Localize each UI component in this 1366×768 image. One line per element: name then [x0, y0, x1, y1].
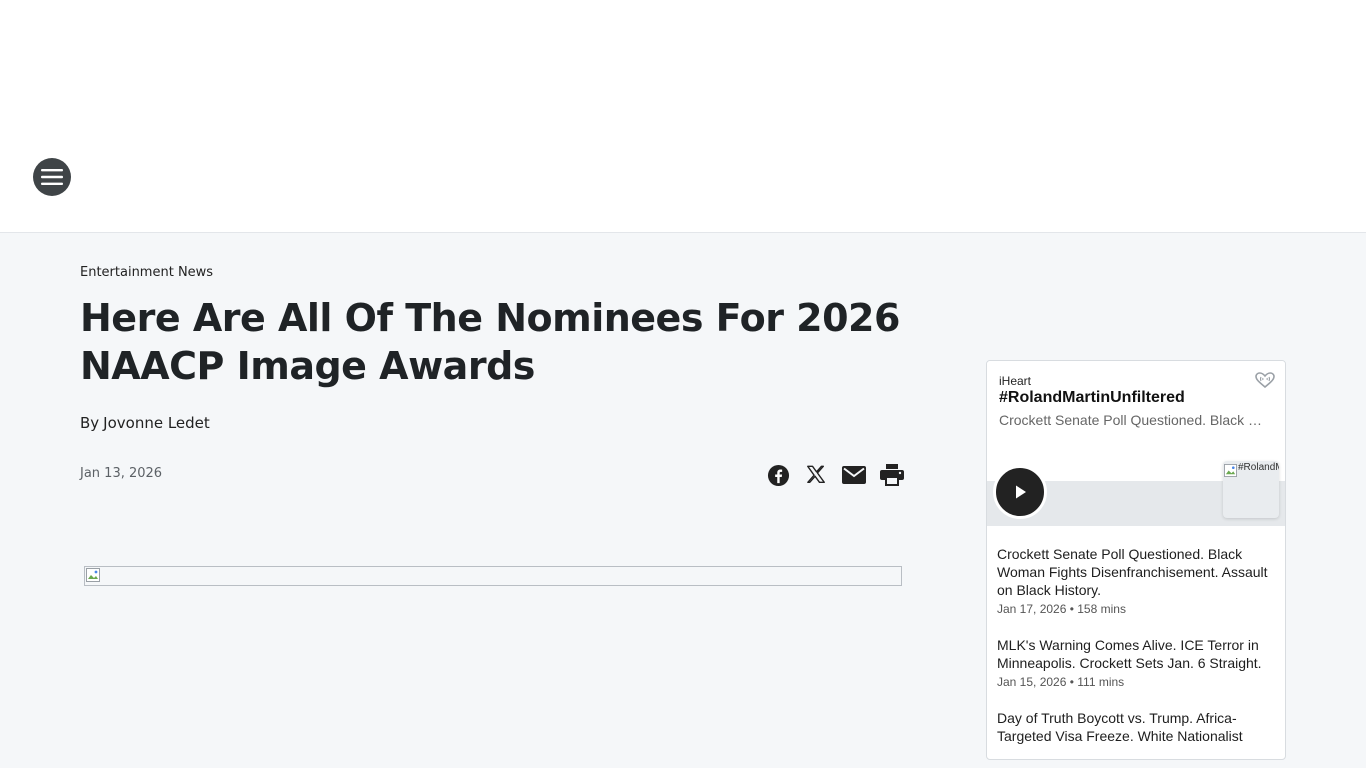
episode-meta: Jan 17, 2026 • 158 mins	[997, 602, 1126, 616]
play-icon	[1016, 485, 1026, 499]
broken-image-icon	[1224, 464, 1237, 477]
podcast-current-episode: Crockett Senate Poll Questioned. Black W…	[999, 412, 1269, 428]
episode-title: Day of Truth Boycott vs. Trump. Africa-T…	[997, 710, 1243, 744]
facebook-icon	[767, 464, 789, 486]
publish-date: Jan 13, 2026	[80, 466, 163, 481]
share-facebook-button[interactable]	[766, 462, 790, 488]
play-button[interactable]	[993, 465, 1047, 519]
podcast-thumbnail[interactable]: #RolandMartinUnfiltered	[1223, 461, 1279, 518]
episode-item[interactable]: MLK's Warning Comes Alive. ICE Terror in…	[987, 636, 1285, 689]
podcast-provider: iHeart	[999, 374, 1032, 388]
iheart-logo-icon[interactable]	[1255, 372, 1275, 388]
episode-meta: Jan 15, 2026 • 111 mins	[997, 675, 1125, 689]
hamburger-menu-button[interactable]	[33, 158, 71, 196]
author-name[interactable]: Jovonne Ledet	[103, 414, 210, 432]
thumbnail-alt-text: #RolandMartinUnfiltered	[1238, 462, 1279, 473]
episode-title: Crockett Senate Poll Questioned. Black W…	[997, 546, 1268, 598]
byline-prefix: By	[80, 414, 100, 432]
x-icon	[807, 465, 825, 484]
episode-list: Crockett Senate Poll Questioned. Black W…	[987, 545, 1285, 759]
episode-item[interactable]: Crockett Senate Poll Questioned. Black W…	[987, 545, 1285, 616]
hamburger-menu-icon	[41, 169, 63, 185]
share-buttons	[766, 462, 904, 488]
share-email-button[interactable]	[842, 462, 866, 488]
site-header	[0, 0, 1366, 233]
article-hero-image	[84, 566, 902, 586]
podcast-show-title[interactable]: #RolandMartinUnfiltered	[999, 389, 1185, 407]
article-title: Here Are All Of The Nominees For 2026 NA…	[80, 296, 900, 388]
print-button[interactable]	[880, 462, 904, 488]
email-icon	[842, 466, 866, 484]
byline: By Jovonne Ledet	[80, 414, 210, 432]
share-x-button[interactable]	[804, 462, 828, 488]
article-category[interactable]: Entertainment News	[80, 265, 213, 280]
episode-item[interactable]: Day of Truth Boycott vs. Trump. Africa-T…	[987, 709, 1285, 745]
print-icon	[880, 464, 904, 486]
broken-image-icon	[86, 568, 100, 582]
podcast-widget: iHeart #RolandMartinUnfiltered Crockett …	[986, 360, 1286, 760]
episode-title: MLK's Warning Comes Alive. ICE Terror in…	[997, 637, 1262, 671]
